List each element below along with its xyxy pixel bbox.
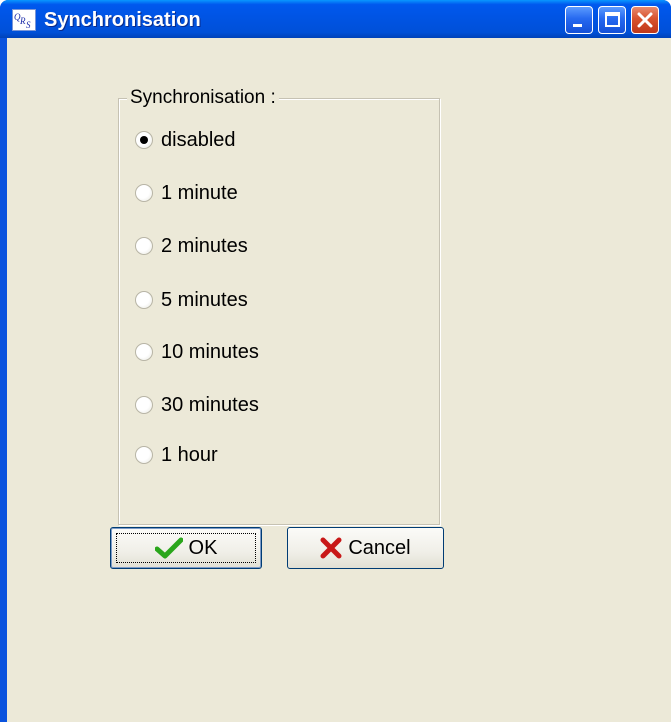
radio-10-minutes[interactable]: 10 minutes xyxy=(135,338,259,366)
radio-button[interactable] xyxy=(135,291,153,309)
maximize-button[interactable] xyxy=(598,6,626,34)
radio-label[interactable]: 5 minutes xyxy=(161,289,248,312)
dialog-window: Q R S Synchronisation Synchronisation : … xyxy=(0,0,671,722)
dialog-client-area: Synchronisation : disabled 1 minute 2 mi… xyxy=(7,38,671,722)
minimize-icon xyxy=(573,24,582,27)
focus-rectangle xyxy=(116,533,256,563)
cancel-label: Cancel xyxy=(348,536,411,559)
svg-text:R: R xyxy=(19,16,26,26)
radio-button[interactable] xyxy=(135,396,153,414)
minimize-button[interactable] xyxy=(565,6,593,34)
radio-2-minutes[interactable]: 2 minutes xyxy=(135,232,248,260)
radio-button[interactable] xyxy=(135,343,153,361)
radio-button[interactable] xyxy=(135,184,153,202)
synchronisation-groupbox: Synchronisation : disabled 1 minute 2 mi… xyxy=(118,86,440,525)
close-button[interactable] xyxy=(631,6,659,34)
radio-30-minutes[interactable]: 30 minutes xyxy=(135,391,259,419)
close-icon xyxy=(637,12,653,28)
title-bar[interactable]: Q R S Synchronisation xyxy=(0,0,671,38)
svg-text:S: S xyxy=(26,20,31,30)
radio-label[interactable]: 1 hour xyxy=(161,444,218,467)
maximize-icon xyxy=(605,12,620,27)
radio-1-minute[interactable]: 1 minute xyxy=(135,179,238,207)
radio-label[interactable]: disabled xyxy=(161,129,236,152)
radio-5-minutes[interactable]: 5 minutes xyxy=(135,286,248,314)
app-qrs-icon: Q R S xyxy=(12,9,36,31)
radio-button[interactable] xyxy=(135,237,153,255)
radio-button[interactable] xyxy=(135,131,153,149)
window-title: Synchronisation xyxy=(44,9,201,31)
radio-disabled[interactable]: disabled xyxy=(135,126,236,154)
radio-label[interactable]: 2 minutes xyxy=(161,235,248,258)
radio-label[interactable]: 1 minute xyxy=(161,182,238,205)
cancel-button[interactable]: Cancel xyxy=(287,527,444,569)
x-cross-icon xyxy=(320,537,342,559)
ok-button[interactable]: OK xyxy=(110,527,262,569)
radio-button[interactable] xyxy=(135,446,153,464)
groupbox-legend: Synchronisation : xyxy=(127,86,279,110)
radio-label[interactable]: 30 minutes xyxy=(161,394,259,417)
radio-1-hour[interactable]: 1 hour xyxy=(135,441,218,469)
radio-label[interactable]: 10 minutes xyxy=(161,341,259,364)
